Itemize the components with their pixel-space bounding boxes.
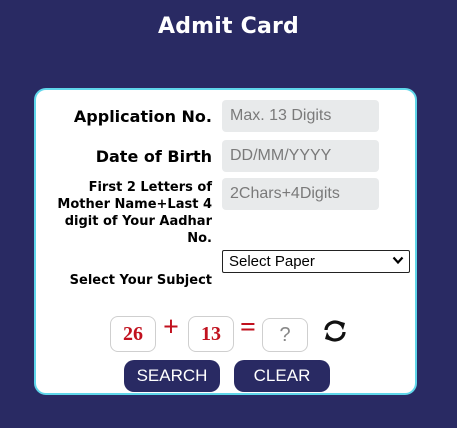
clear-button[interactable]: CLEAR: [234, 360, 330, 392]
subject-select[interactable]: Select Paper: [222, 250, 410, 273]
application-no-input[interactable]: [222, 100, 379, 132]
dob-label: Date of Birth: [95, 147, 212, 166]
dob-input[interactable]: [222, 140, 379, 172]
refresh-icon[interactable]: [322, 319, 348, 343]
chevron-down-icon: [392, 256, 404, 265]
application-no-label: Application No.: [73, 107, 212, 126]
search-button[interactable]: SEARCH: [124, 360, 220, 392]
mother-aadhar-input[interactable]: [222, 178, 379, 210]
captcha-number-2: 13: [188, 316, 234, 352]
captcha-answer-input[interactable]: ?: [262, 318, 308, 352]
subject-label: Select Your Subject: [69, 273, 212, 288]
captcha-equals: =: [240, 312, 256, 343]
admit-card-form: Application No. Date of Birth First 2 Le…: [34, 88, 417, 395]
page-title: Admit Card: [157, 14, 299, 39]
captcha-operator: +: [163, 312, 179, 343]
captcha-number-1: 26: [110, 316, 156, 352]
subject-select-value: Select Paper: [229, 253, 315, 270]
mother-aadhar-label: First 2 Letters of Mother Name+Last 4 di…: [57, 180, 212, 246]
